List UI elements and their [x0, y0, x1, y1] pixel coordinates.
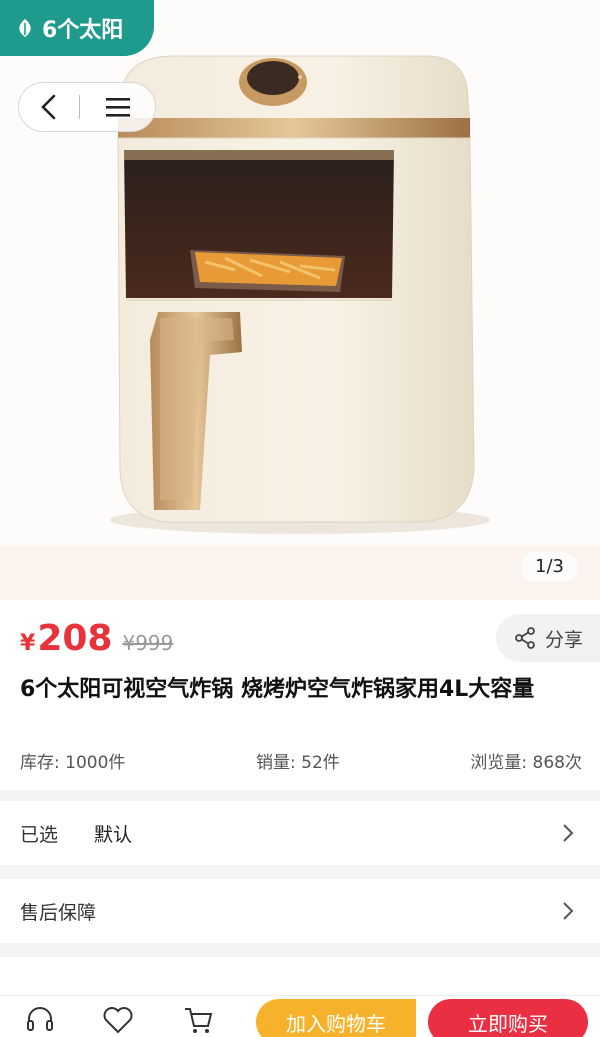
brand-name: 6个太阳 [42, 18, 124, 43]
currency-symbol: ¥ [20, 631, 36, 656]
share-label: 分享 [544, 628, 583, 651]
menu-button[interactable] [80, 82, 155, 132]
view-count: 浏览量: 868次 [470, 753, 582, 773]
headset-icon [27, 1007, 53, 1031]
image-page-indicator: 1/3 [521, 552, 578, 582]
chevron-right-icon [563, 902, 574, 920]
add-to-cart-button[interactable]: 加入购物车 [256, 999, 416, 1037]
price-row: ¥ 208 ¥999 [20, 618, 173, 659]
customer-service-button[interactable] [22, 1002, 58, 1037]
favorite-button[interactable] [100, 1002, 136, 1037]
stock-count: 库存: 1000件 [20, 753, 126, 773]
chevron-right-icon [563, 824, 574, 842]
cart-icon [185, 1008, 213, 1033]
sales-count: 销量: 52件 [256, 753, 340, 773]
cart-button[interactable] [180, 1002, 216, 1037]
selected-value: 默认 [94, 823, 133, 846]
current-price: 208 [37, 618, 113, 659]
product-stats: 库存: 1000件 销量: 52件 浏览量: 868次 [20, 748, 582, 773]
selected-label: 已选 [20, 823, 59, 846]
product-title: 6个太阳可视空气炸锅 烧烤炉空气炸锅家用4L大容量 [20, 677, 535, 702]
bottom-action-bar: 加入购物车 立即购买 [0, 995, 600, 1037]
selected-spec-row[interactable]: 已选 默认 [0, 801, 600, 865]
share-icon [515, 627, 535, 649]
aftersale-label: 售后保障 [20, 901, 97, 924]
product-image-carousel[interactable]: 6个太阳 1/3 [0, 0, 600, 600]
original-price: ¥999 [122, 631, 174, 655]
back-arrow-icon [41, 94, 56, 120]
brand-badge: 6个太阳 [0, 0, 154, 56]
watermark-band [0, 545, 600, 600]
back-button[interactable] [19, 82, 79, 132]
aftersale-row[interactable]: 售后保障 [0, 879, 600, 943]
heart-icon [103, 1007, 133, 1034]
buy-now-button[interactable]: 立即购买 [428, 999, 588, 1037]
brand-leaf-icon [19, 19, 31, 37]
share-button[interactable]: 分享 [496, 614, 600, 662]
menu-icon [105, 98, 130, 117]
nav-capsule [18, 82, 156, 132]
product-info-card: ¥ 208 ¥999 分享 6个太阳可视空气炸锅 烧烤炉空气炸锅家用4L大容量 … [0, 600, 600, 790]
